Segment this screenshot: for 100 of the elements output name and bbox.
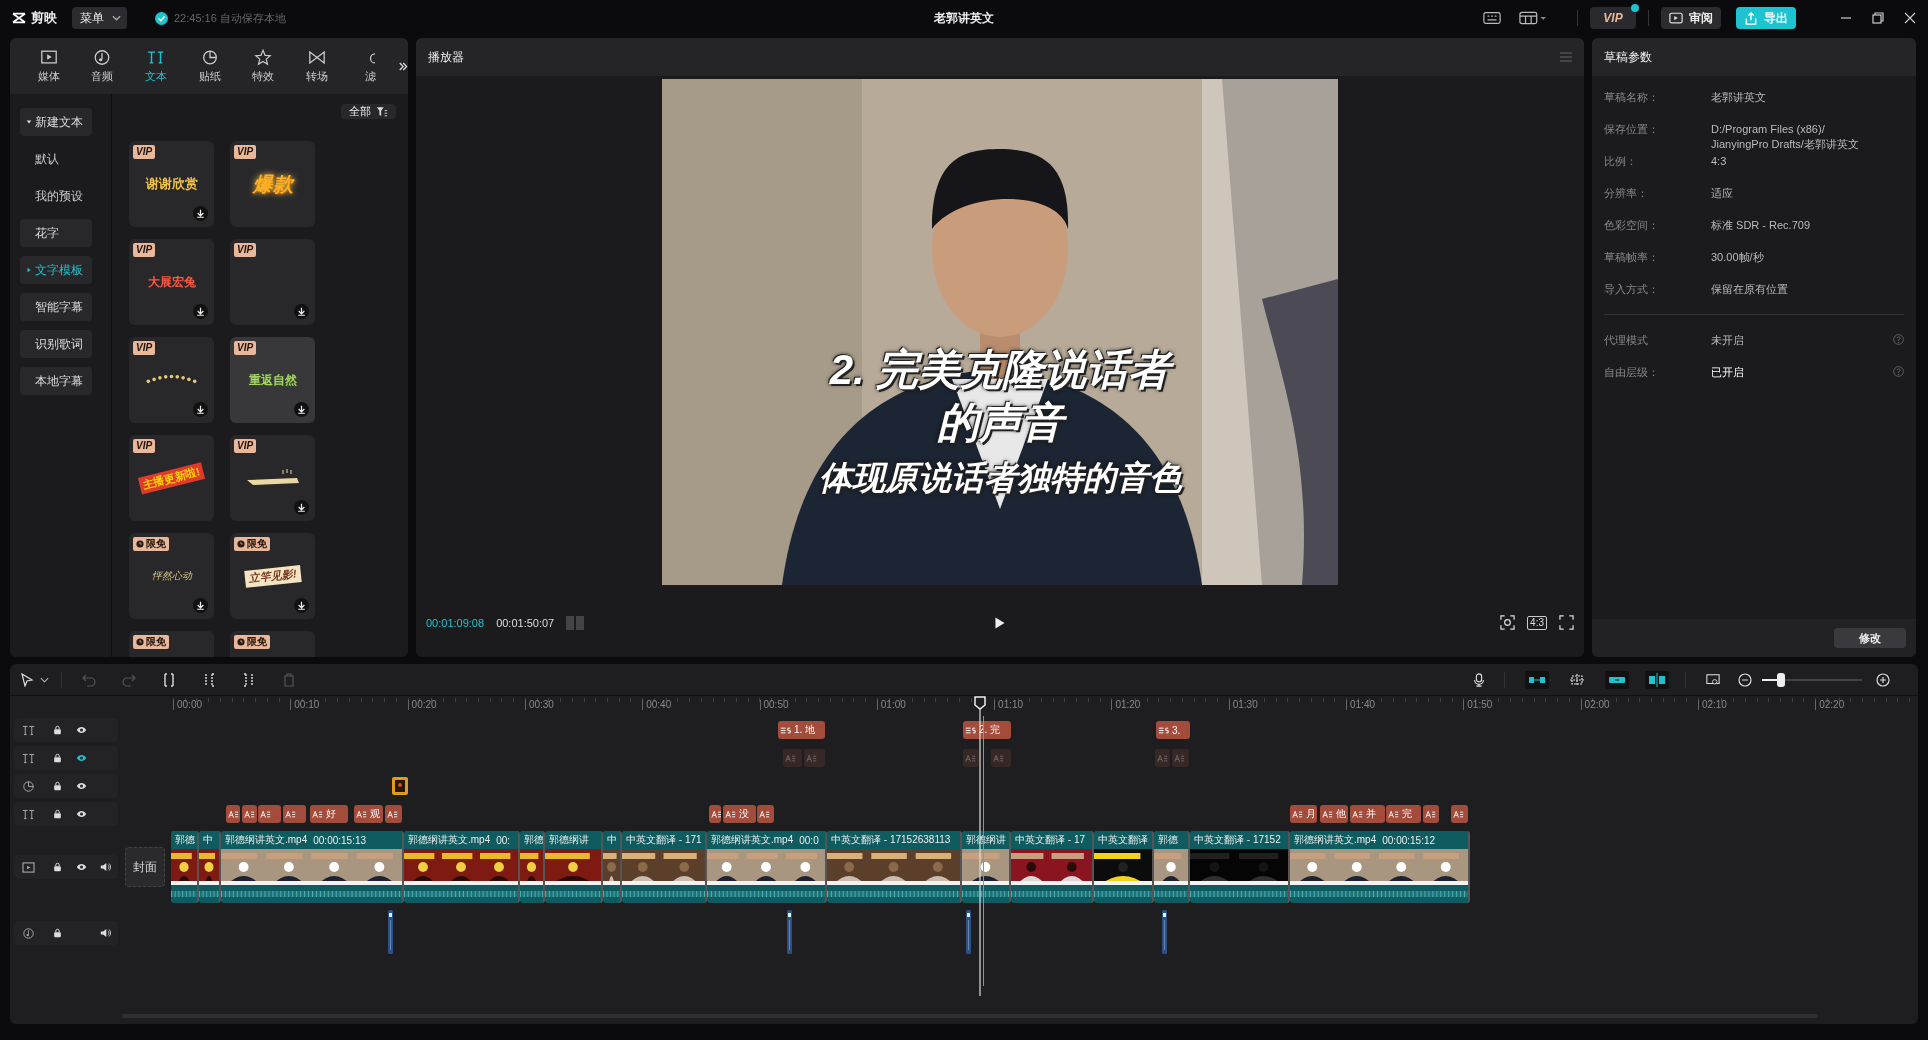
focus-icon[interactable] [1500, 615, 1516, 630]
video-clip[interactable]: 郭德纲讲英文.mp4 00:00:15:13 [221, 831, 404, 903]
category-tab[interactable]: 特效 [236, 48, 291, 84]
review-button[interactable]: 审阅 [1661, 7, 1721, 29]
video-clip[interactable]: 郭德 [171, 831, 199, 903]
ratio-button[interactable]: 4:3 [1527, 615, 1547, 630]
lock-icon[interactable] [51, 753, 63, 763]
category-tab[interactable]: 音频 [75, 48, 130, 84]
template-card[interactable]: 限免 [129, 631, 214, 657]
trim-left-icon[interactable] [202, 672, 216, 687]
eye-icon[interactable] [75, 753, 87, 763]
video-clip[interactable]: 中英文翻译 - 17 [1011, 831, 1094, 903]
text-clip[interactable] [1451, 805, 1468, 823]
nav-item[interactable]: 智能字幕 [20, 293, 92, 321]
link-icon[interactable] [1605, 670, 1629, 689]
audio-clip[interactable] [787, 910, 792, 954]
microphone-icon[interactable] [1472, 672, 1486, 687]
text-clip[interactable] [804, 749, 825, 767]
template-card[interactable]: VIP 爆款 [230, 141, 315, 227]
eye-icon[interactable] [75, 781, 87, 791]
nav-item[interactable]: 新建文本 [20, 108, 92, 136]
sticker-clip[interactable] [392, 777, 408, 795]
cursor-icon[interactable] [20, 672, 34, 687]
keyboard-icon[interactable] [1483, 11, 1501, 25]
trim-right-icon[interactable] [242, 672, 256, 687]
cover-button[interactable]: 封面 [125, 847, 165, 887]
filter-button[interactable]: 全部 [341, 104, 396, 119]
close-icon[interactable] [1904, 12, 1916, 24]
template-card[interactable]: 限免 [230, 631, 315, 657]
lock-icon[interactable] [51, 928, 63, 938]
nav-subitem[interactable]: 我的预设 [20, 182, 92, 210]
text-clip[interactable] [385, 805, 402, 823]
download-icon[interactable] [294, 304, 309, 319]
video-clip[interactable]: 郭德纲讲 [545, 831, 603, 903]
split-icon[interactable] [162, 672, 176, 687]
split-view-icon[interactable] [1645, 670, 1669, 689]
download-icon[interactable] [294, 500, 309, 515]
template-card[interactable]: VIP 重返自然 [230, 337, 315, 423]
preview-icon[interactable] [1706, 672, 1720, 687]
download-icon[interactable] [193, 304, 208, 319]
text-clip[interactable]: 月 [1290, 805, 1317, 823]
modify-button[interactable]: 修改 [1834, 628, 1906, 648]
lock-icon[interactable] [51, 781, 63, 791]
video-clip[interactable]: 郭德纲讲英文.mp4 00:0 [707, 831, 827, 903]
audio-clip[interactable] [1162, 910, 1167, 954]
video-clip[interactable]: 中 [603, 831, 622, 903]
eye-icon[interactable] [75, 725, 87, 735]
category-tab[interactable]: 文本 [129, 48, 183, 84]
lock-icon[interactable] [51, 725, 63, 735]
category-tab[interactable]: 滤 [343, 48, 398, 84]
lock-icon[interactable] [51, 809, 63, 819]
text-clip[interactable]: 观 [354, 805, 383, 823]
text-clip[interactable] [783, 749, 802, 767]
video-clip[interactable]: 中英文翻译 - 17152 [1190, 831, 1290, 903]
text-clip[interactable]: 并 [1350, 805, 1385, 823]
text-clip[interactable] [1155, 749, 1170, 767]
vip-button[interactable]: VIP [1590, 7, 1636, 29]
nav-item[interactable]: 识别歌词 [20, 330, 92, 358]
download-icon[interactable] [193, 402, 208, 417]
lock-icon[interactable] [51, 862, 63, 872]
menu-button[interactable]: 菜单 [72, 7, 127, 29]
download-icon[interactable] [294, 598, 309, 613]
zoom-out-icon[interactable] [1738, 672, 1752, 687]
category-tab[interactable]: 媒体 [22, 48, 76, 84]
nav-subitem[interactable]: 默认 [20, 145, 92, 173]
template-card[interactable]: VIP [230, 435, 315, 521]
text-clip[interactable] [709, 805, 721, 823]
video-clip[interactable]: 郭德纲讲英文.mp4 00:00:15:12 [1290, 831, 1470, 903]
template-card[interactable]: VIP 谢谢欣赏 [129, 141, 214, 227]
template-card[interactable]: 限免 怦然心动 [129, 533, 214, 619]
more-icon[interactable] [397, 60, 408, 72]
text-clip[interactable]: 3. [1156, 721, 1190, 739]
text-clip[interactable] [963, 749, 979, 767]
text-clip[interactable]: 他 [1320, 805, 1348, 823]
zoom-in-icon[interactable] [1876, 672, 1890, 687]
speaker-icon[interactable] [99, 928, 111, 938]
link-icon[interactable] [1525, 670, 1549, 689]
video-clip[interactable]: 中英文翻译 [1094, 831, 1154, 903]
video-clip[interactable]: 郭德 [1154, 831, 1190, 903]
text-clip[interactable] [991, 749, 1011, 767]
template-card[interactable]: VIP 大展宏兔 [129, 239, 214, 325]
restore-icon[interactable] [1872, 12, 1884, 24]
audio-clip[interactable] [966, 910, 971, 954]
text-clip[interactable] [1423, 805, 1439, 823]
text-clip[interactable]: 好 [310, 805, 348, 823]
nav-item[interactable]: 文字模板 [20, 256, 92, 284]
text-clip[interactable]: 完 [1386, 805, 1421, 823]
download-icon[interactable] [193, 598, 208, 613]
template-card[interactable]: VIP 主播更新啦! [129, 435, 214, 521]
nav-item[interactable]: 本地字幕 [20, 367, 92, 395]
text-clip[interactable] [1172, 749, 1189, 767]
video-clip[interactable]: 中英文翻译 - 17152638113 [827, 831, 962, 903]
caret-icon[interactable] [40, 676, 49, 683]
zoom-slider[interactable] [1762, 672, 1862, 687]
play-icon[interactable] [994, 616, 1006, 629]
video-clip[interactable]: 中 [199, 831, 221, 903]
video-clip[interactable]: 中英文翻译 - 171 [622, 831, 707, 903]
text-clip[interactable]: 没 [723, 805, 756, 823]
template-card[interactable]: 限免 立竿见影! [230, 533, 315, 619]
category-tab[interactable]: 转场 [290, 48, 344, 84]
